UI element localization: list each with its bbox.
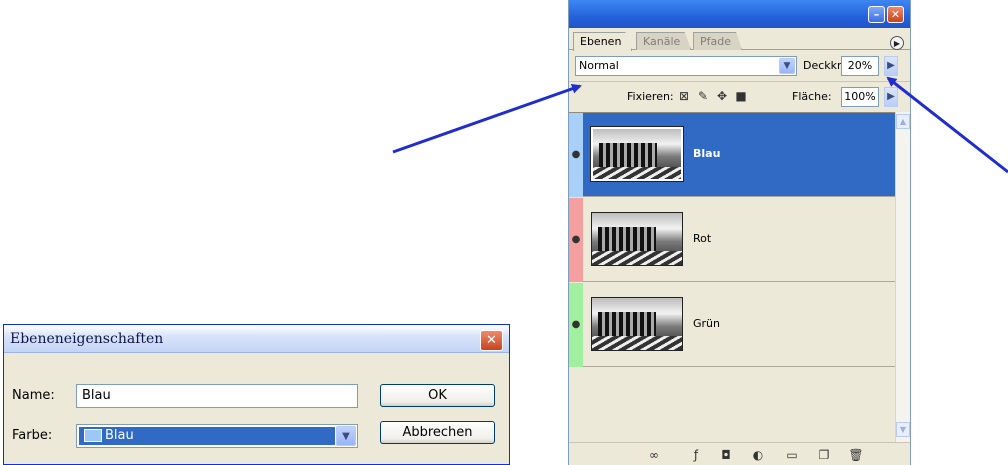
layer-scrollbar[interactable]: ▲ ▼ (895, 112, 910, 442)
lock-all-icon[interactable]: ■ (734, 89, 748, 103)
scroll-down-icon[interactable]: ▼ (896, 422, 910, 437)
panel-menu-icon[interactable]: ▶ (890, 36, 904, 50)
lock-label: Fixieren: (627, 90, 674, 103)
eye-icon[interactable]: ● (569, 113, 583, 197)
dialog-title: Ebeneneigenschaften (10, 331, 164, 347)
layer-name: Rot (693, 232, 712, 245)
blend-mode-select[interactable]: Normal ▼ (575, 56, 797, 76)
fill-input[interactable]: 100% (841, 87, 879, 107)
lock-paint-icon[interactable]: ✎ (696, 89, 710, 103)
fill-slider-icon[interactable]: ▶ (884, 87, 898, 107)
layer-row-gruen[interactable]: ● Grün (569, 283, 895, 367)
blend-mode-value: Normal (579, 59, 619, 72)
color-select[interactable]: Blau ▼ (76, 424, 358, 448)
chevron-down-icon[interactable]: ▼ (779, 58, 795, 74)
layer-thumbnail (590, 126, 684, 182)
panel-titlebar[interactable]: – ✕ (569, 0, 910, 28)
color-label: Farbe: (12, 428, 53, 443)
scroll-up-icon[interactable]: ▲ (896, 114, 910, 129)
layer-row-blau[interactable]: ● Blau (569, 113, 895, 197)
chevron-down-icon[interactable]: ▼ (336, 426, 356, 446)
opacity-slider-icon[interactable]: ▶ (884, 56, 898, 76)
layer-thumbnail (591, 212, 683, 266)
link-layers-icon[interactable]: ∞ (645, 446, 663, 464)
color-value-text: Blau (105, 428, 134, 443)
name-field[interactable]: Blau (76, 384, 358, 408)
layer-row-rot[interactable]: ● Rot (569, 198, 895, 282)
layer-thumbnail (591, 297, 683, 351)
ok-button[interactable]: OK (380, 384, 495, 407)
lock-move-icon[interactable]: ✥ (715, 89, 729, 103)
layers-panel: – ✕ Ebenen Kanäle Pfade ▶ Normal ▼ Deckk… (568, 0, 911, 465)
fill-label: Fläche: (792, 90, 832, 103)
color-select-value: Blau (79, 427, 335, 445)
tab-strip: Ebenen Kanäle Pfade ▶ (569, 28, 910, 51)
layer-mask-icon[interactable]: ◘ (717, 446, 735, 464)
tab-pfade[interactable]: Pfade (693, 32, 742, 50)
eye-icon[interactable]: ● (569, 283, 583, 367)
layer-name: Grün (693, 317, 720, 330)
close-icon[interactable]: ✕ (887, 6, 904, 23)
tab-kanaele[interactable]: Kanäle (636, 32, 692, 50)
layer-list: ● Blau ● Rot ● Grün (569, 112, 895, 442)
tab-ebenen[interactable]: Ebenen (573, 32, 633, 51)
cancel-button[interactable]: Abbrechen (380, 421, 495, 444)
dialog-titlebar[interactable]: Ebeneneigenschaften ✕ (4, 325, 509, 353)
layer-style-icon[interactable]: ƒ (687, 446, 705, 464)
new-layer-icon[interactable]: ❐ (815, 446, 833, 464)
adjustment-layer-icon[interactable]: ◐ (749, 446, 767, 464)
name-label: Name: (12, 388, 55, 403)
layer-properties-dialog: Ebeneneigenschaften ✕ Name: Blau Farbe: … (3, 324, 510, 465)
eye-icon[interactable]: ● (569, 198, 583, 282)
color-chip (84, 429, 102, 442)
blend-row: Normal ▼ Deckkr.: 20% ▶ (569, 51, 910, 81)
lock-row: Fixieren: ⊠ ✎ ✥ ■ Fläche: 100% ▶ (569, 81, 910, 111)
arrow-to-blend-mode (392, 83, 582, 154)
panel-bottom-toolbar: ∞ ƒ ◘ ◐ ▭ ❐ 🗑 (569, 442, 910, 465)
trash-icon[interactable]: 🗑 (847, 446, 865, 464)
minimize-icon[interactable]: – (868, 6, 885, 23)
opacity-input[interactable]: 20% (841, 56, 879, 76)
close-icon[interactable]: ✕ (480, 330, 503, 351)
lock-transparency-icon[interactable]: ⊠ (677, 89, 691, 103)
layer-name: Blau (693, 147, 721, 160)
new-group-icon[interactable]: ▭ (783, 446, 801, 464)
